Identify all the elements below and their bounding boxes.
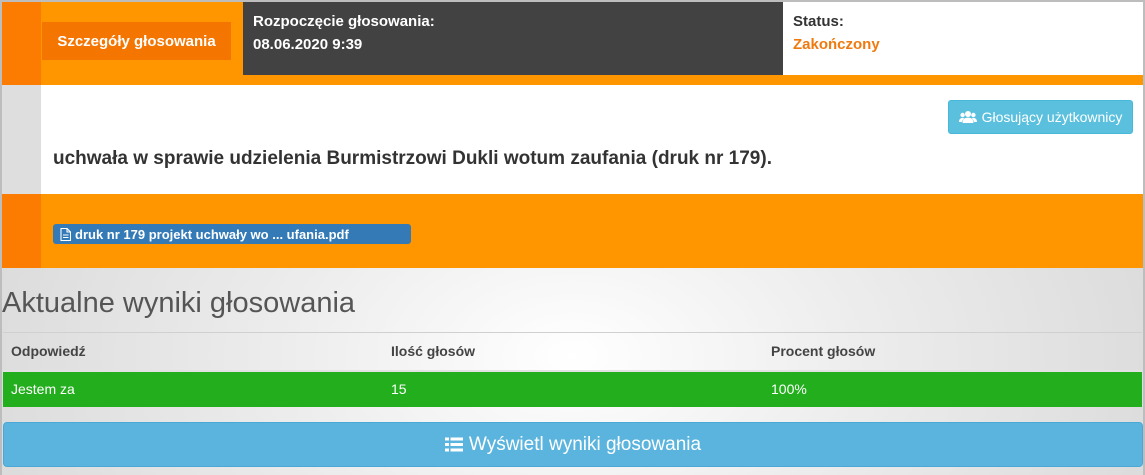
details-tag-label: Szczegóły głosowania — [57, 32, 216, 50]
show-results-label: Wyświetl wyniki głosowania — [468, 433, 702, 455]
file-icon — [60, 227, 71, 241]
status-value: Zakończony — [793, 36, 880, 53]
users-icon — [958, 111, 977, 123]
column-header-votes: Ilość głosów — [391, 343, 476, 360]
attachments-section: druk nr 179 projekt uchwały wo ... ufani… — [2, 194, 1143, 268]
results-header-row: Odpowiedź Ilość głosów Procent głosów — [3, 332, 1142, 371]
percent-cell: 100% — [771, 381, 807, 397]
attachment-label: druk nr 179 projekt uchwały wo ... ufani… — [75, 226, 349, 242]
voting-users-button[interactable]: Głosujący użytkownicy — [948, 100, 1133, 134]
details-tag: Szczegóły głosowania — [42, 22, 231, 60]
start-info: Rozpoczęcie głosowania: 08.06.2020 9:39 — [243, 2, 783, 75]
voting-users-label: Głosujący użytkownicy — [981, 109, 1123, 125]
status-info: Status: Zakończony — [783, 2, 1143, 75]
resolution-section: Głosujący użytkownicy uchwała w sprawie … — [2, 85, 1143, 194]
column-header-answer: Odpowiedź — [11, 343, 86, 360]
resolution-title: uchwała w sprawie udzielenia Burmistrzow… — [53, 148, 772, 169]
attachments-left-accent — [2, 194, 41, 268]
header-left-accent — [2, 2, 41, 85]
answer-cell: Jestem za — [11, 381, 75, 397]
table-row: Jestem za 15 100% — [3, 370, 1142, 407]
votes-cell: 15 — [391, 381, 407, 397]
attachment-link[interactable]: druk nr 179 projekt uchwały wo ... ufani… — [53, 224, 411, 244]
start-label: Rozpoczęcie głosowania: — [253, 13, 435, 30]
column-header-percent: Procent głosów — [771, 343, 876, 360]
voting-header: Szczegóły głosowania Rozpoczęcie głosowa… — [2, 2, 1143, 85]
show-results-button[interactable]: Wyświetl wyniki głosowania — [3, 422, 1143, 467]
list-icon — [444, 437, 463, 452]
start-value: 08.06.2020 9:39 — [253, 36, 363, 53]
results-heading: Aktualne wyniki głosowania — [2, 287, 356, 319]
status-label: Status: — [793, 13, 844, 30]
results-table: Odpowiedź Ilość głosów Procent głosów Je… — [3, 332, 1142, 407]
title-left-accent — [2, 85, 41, 194]
